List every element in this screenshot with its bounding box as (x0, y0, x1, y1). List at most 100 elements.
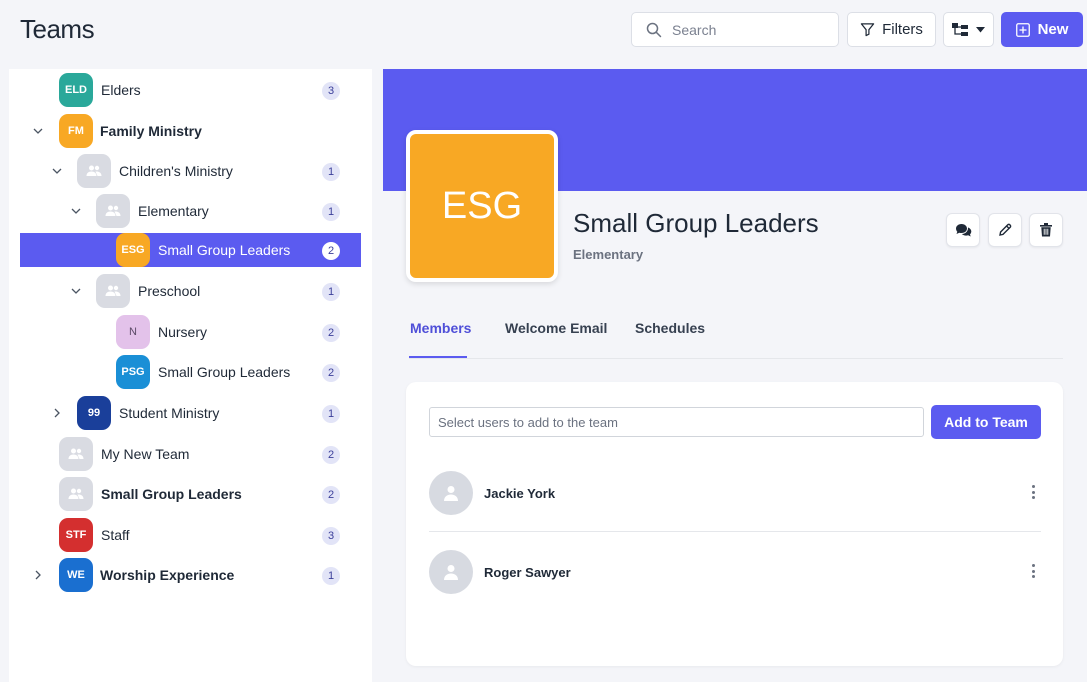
members-card: Add to Team Jackie York Roger Sawyer (406, 382, 1063, 666)
tree-item-childrens-ministry[interactable]: Children's Ministry 1 (9, 151, 372, 191)
tree-item-elders[interactable]: ELD Elders 3 (9, 70, 372, 110)
team-avatar: PSG (116, 355, 150, 389)
add-to-team-button[interactable]: Add to Team (931, 405, 1041, 439)
users-icon (105, 285, 121, 296)
group-placeholder-avatar (96, 274, 130, 308)
tab-members[interactable]: Members (410, 320, 471, 336)
chevron-down-icon[interactable] (69, 284, 83, 298)
tree-item-label: Family Ministry (100, 123, 202, 139)
plus-square-icon (1015, 22, 1030, 37)
filter-icon (860, 23, 875, 37)
team-tree: ELD Elders 3 FM Family Ministry Children… (9, 69, 372, 682)
search-box[interactable] (631, 12, 839, 47)
tree-item-label: Children's Ministry (119, 163, 233, 179)
member-count-badge: 1 (322, 567, 340, 585)
group-placeholder-avatar (77, 154, 111, 188)
tree-item-my-new-team[interactable]: My New Team 2 (9, 434, 372, 474)
chevron-down-icon[interactable] (69, 204, 83, 218)
team-avatar: STF (59, 518, 93, 552)
tab-welcome-email[interactable]: Welcome Email (505, 320, 607, 336)
chevron-right-icon[interactable] (50, 406, 64, 420)
tree-item-label: Small Group Leaders (101, 486, 242, 502)
users-icon (68, 448, 84, 459)
team-avatar: ESG (116, 233, 150, 267)
tree-item-small-group-leaders[interactable]: Small Group Leaders 2 (9, 474, 372, 514)
filters-button[interactable]: Filters (847, 12, 936, 47)
tree-item-psg-small-group-leaders[interactable]: PSG Small Group Leaders 2 (9, 352, 372, 392)
tab-schedules[interactable]: Schedules (635, 320, 705, 336)
user-select-input[interactable] (429, 407, 924, 437)
new-label: New (1037, 21, 1069, 38)
chevron-down-icon (976, 26, 985, 32)
member-count-badge: 2 (322, 324, 340, 342)
delete-button[interactable] (1029, 213, 1063, 247)
member-menu-icon[interactable] (1027, 564, 1039, 578)
tree-item-label: Preschool (138, 283, 201, 299)
team-detail-avatar: ESG (406, 130, 558, 282)
member-count-badge: 1 (322, 203, 340, 221)
group-placeholder-avatar (96, 194, 130, 228)
view-toggle-button[interactable] (943, 12, 994, 47)
tree-item-label: Worship Experience (100, 567, 235, 583)
team-avatar: FM (59, 114, 93, 148)
team-avatar: WE (59, 558, 93, 592)
tree-item-label: My New Team (101, 446, 190, 462)
team-avatar: ELD (59, 73, 93, 107)
users-icon (105, 205, 121, 216)
member-row[interactable]: Roger Sawyer (429, 532, 1041, 611)
filters-label: Filters (882, 21, 923, 38)
member-avatar (429, 471, 473, 515)
tree-item-label: Staff (101, 527, 130, 543)
member-count-badge: 1 (322, 283, 340, 301)
chevron-right-icon[interactable] (31, 568, 45, 582)
team-avatar: 99 (77, 396, 111, 430)
edit-button[interactable] (988, 213, 1022, 247)
member-count-badge: 2 (322, 242, 340, 260)
team-tabs: Members Welcome Email Schedules (409, 300, 1063, 359)
member-avatar (429, 550, 473, 594)
message-button[interactable] (946, 213, 980, 247)
tree-item-label: Nursery (158, 324, 208, 340)
member-row[interactable]: Jackie York (429, 453, 1041, 532)
member-count-badge: 2 (322, 364, 340, 382)
member-count-badge: 1 (322, 405, 340, 423)
team-parent: Elementary (573, 247, 644, 262)
team-avatar: N (116, 315, 150, 349)
chevron-down-icon[interactable] (31, 124, 45, 138)
users-icon (86, 165, 102, 176)
user-icon (444, 486, 458, 501)
user-icon (444, 565, 458, 580)
member-count-badge: 1 (322, 163, 340, 181)
tree-item-label: Elementary (138, 203, 209, 219)
page-title: Teams (20, 14, 95, 44)
tree-item-label: Student Ministry (119, 405, 220, 421)
hierarchy-icon (952, 22, 968, 36)
member-menu-icon[interactable] (1027, 485, 1039, 499)
search-input[interactable] (672, 21, 832, 38)
member-count-badge: 3 (322, 82, 340, 100)
member-count-badge: 2 (322, 446, 340, 464)
tree-item-label: Small Group Leaders (158, 242, 291, 258)
active-tab-indicator (409, 356, 467, 358)
tree-item-family-ministry[interactable]: FM Family Ministry (9, 111, 372, 151)
tree-item-nursery[interactable]: N Nursery 2 (9, 312, 372, 352)
member-name: Jackie York (484, 486, 556, 501)
group-placeholder-avatar (59, 437, 93, 471)
users-icon (68, 488, 84, 499)
tree-item-staff[interactable]: STF Staff 3 (9, 515, 372, 555)
member-count-badge: 3 (322, 527, 340, 545)
tree-item-student-ministry[interactable]: 99 Student Ministry 1 (9, 393, 372, 433)
new-button[interactable]: New (1001, 12, 1083, 47)
tree-item-worship-experience[interactable]: WE Worship Experience 1 (9, 555, 372, 595)
member-count-badge: 2 (322, 486, 340, 504)
group-placeholder-avatar (59, 477, 93, 511)
trash-icon (1040, 223, 1052, 237)
tree-item-esg-small-group-leaders[interactable]: ESG Small Group Leaders 2 (20, 233, 361, 267)
chevron-down-icon[interactable] (50, 164, 64, 178)
team-name: Small Group Leaders (573, 208, 819, 238)
search-icon (646, 22, 662, 37)
pencil-icon (999, 223, 1012, 236)
tree-item-preschool[interactable]: Preschool 1 (9, 271, 372, 311)
tree-item-elementary[interactable]: Elementary 1 (9, 191, 372, 231)
member-name: Roger Sawyer (484, 565, 571, 580)
